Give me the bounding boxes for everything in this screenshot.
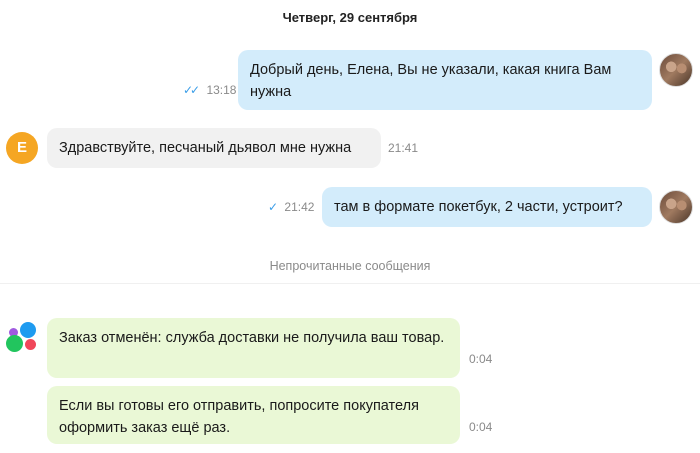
message-bubble[interactable]: Заказ отменён: служба доставки не получи… [47,318,460,378]
message-bubble[interactable]: Здравствуйте, песчаный дьявол мне нужна [47,128,381,168]
message-bubble[interactable]: Добрый день, Елена, Вы не указали, какая… [238,50,652,110]
message-time: 0:04 [469,352,493,366]
user-avatar[interactable] [659,190,693,224]
double-check-icon: ✓✓ [183,83,200,97]
date-header: Четверг, 29 сентября [282,10,418,25]
message-time: ✓✓ 13:18 [183,83,236,97]
unread-divider: Непрочитанные сообщения [269,259,431,273]
message-time: 21:41 [388,141,419,155]
time-label: 13:18 [206,83,237,97]
divider-line [0,283,700,284]
user-avatar[interactable] [659,53,693,87]
time-label: 21:42 [284,200,315,214]
message-bubble[interactable]: Если вы готовы его отправить, попросите … [47,386,460,444]
check-icon: ✓ [268,200,278,214]
contact-avatar[interactable]: E [6,132,38,164]
message-time: 0:04 [469,420,493,434]
message-bubble[interactable]: там в формате покетбук, 2 части, устроит… [322,187,652,227]
marketplace-logo-icon [6,322,40,354]
message-time: ✓ 21:42 [268,200,314,214]
